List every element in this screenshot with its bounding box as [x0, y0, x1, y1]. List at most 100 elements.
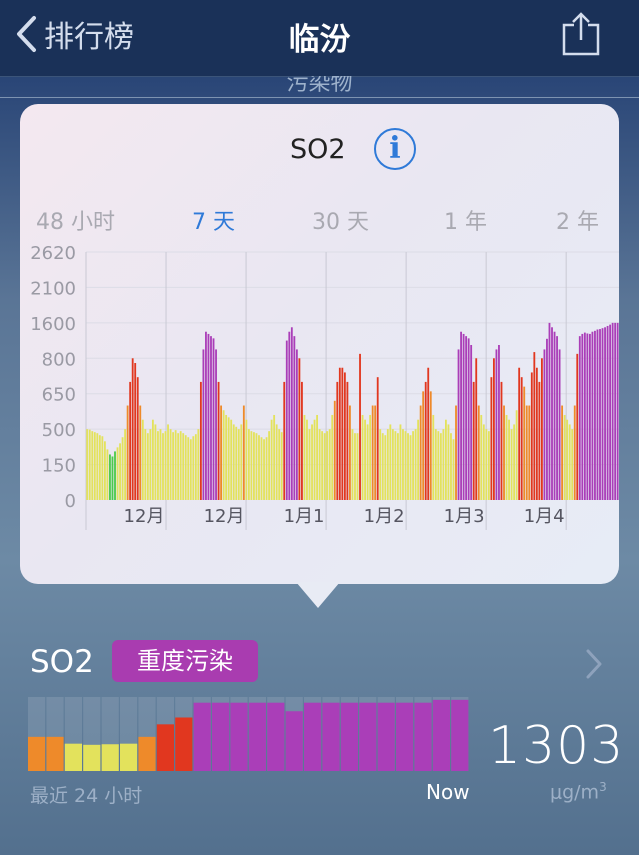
chart-bar	[487, 431, 490, 500]
chart-bar	[159, 429, 162, 500]
chart-bar	[558, 349, 561, 500]
chart-bar	[141, 419, 144, 500]
hourly-bar	[230, 702, 248, 771]
chart-bar	[520, 377, 523, 500]
chart-bar	[379, 429, 382, 500]
chart-bar	[407, 433, 409, 500]
chart-bar	[169, 429, 172, 500]
chart-bar	[351, 429, 354, 500]
chart-bar	[255, 433, 258, 500]
chart-bar	[606, 325, 609, 500]
y-tick-label: 0	[65, 491, 76, 512]
chart-bar	[460, 331, 462, 500]
chart-bar	[341, 367, 344, 500]
chart-bar	[424, 381, 427, 500]
hourly-bar	[340, 702, 358, 771]
share-icon[interactable]	[560, 10, 602, 58]
chart-bar	[189, 439, 192, 500]
chart-bar	[134, 363, 137, 500]
chart-bar	[293, 336, 296, 500]
chart-bar	[240, 424, 243, 500]
x-tick-label: 1月3	[444, 506, 485, 527]
chart-bar	[273, 414, 276, 500]
range-tab-48h[interactable]: 48 小时	[36, 204, 115, 236]
x-tick-label: 1月4	[524, 506, 565, 527]
unit-label: μg/m3	[550, 780, 607, 803]
chart-bar	[303, 414, 306, 500]
pollutants-heading: 污染物	[286, 76, 353, 96]
chart-bar	[354, 433, 356, 500]
chart-bar	[445, 419, 447, 500]
chart-bar	[525, 405, 528, 500]
recent-24h-label: 最近 24 小时	[30, 785, 143, 807]
chart-bar	[467, 338, 470, 500]
y-tick-label: 1600	[30, 314, 76, 335]
chart-bar	[384, 435, 387, 500]
chart-bar	[126, 405, 129, 500]
chevron-right-icon[interactable]	[584, 648, 604, 680]
x-tick-label: 12月	[204, 506, 245, 527]
so2-chart: 0 150 500 650 800 1600 2100 2620 12月 12月 1月1 1月2 1月3…	[30, 244, 619, 530]
chart-bar	[599, 329, 601, 500]
chart-bar	[513, 424, 516, 500]
chart-bar	[106, 449, 109, 500]
chart-bar	[288, 331, 291, 500]
chart-bar	[551, 327, 553, 500]
chart-bar	[270, 419, 273, 500]
chart-bar	[402, 429, 404, 500]
chart-bar	[111, 456, 114, 500]
chart-bar	[583, 332, 586, 500]
chart-bar	[187, 437, 190, 500]
chart-bar	[338, 367, 341, 500]
chart-bar	[391, 429, 394, 500]
range-tab-1y[interactable]: 1 年	[444, 204, 487, 236]
range-tab-30d[interactable]: 30 天	[312, 204, 369, 236]
chart-bar	[480, 414, 483, 500]
divider	[0, 97, 639, 98]
chart-bar	[222, 410, 225, 500]
chart-bar	[611, 322, 614, 500]
chart-bar	[184, 435, 187, 500]
chart-bar	[98, 435, 101, 500]
chart-bar	[412, 431, 414, 500]
chart-bar	[475, 358, 478, 500]
chart-bar	[103, 441, 106, 500]
chart-bar	[177, 433, 180, 500]
chart-bar	[199, 381, 202, 500]
range-tab-7d[interactable]: 7 天	[192, 204, 235, 236]
chart-bar	[167, 424, 169, 500]
range-tab-2y[interactable]: 2 年	[556, 204, 599, 236]
chart-bar	[409, 435, 412, 500]
chart-bar	[490, 377, 493, 500]
chart-bar	[326, 431, 329, 500]
chart-bar	[174, 430, 177, 500]
chart-bar	[452, 439, 455, 500]
chart-bar	[576, 353, 579, 500]
chart-bar	[376, 377, 379, 500]
chart-bar	[561, 405, 564, 500]
chart-bar	[505, 414, 508, 500]
chart-bar	[389, 424, 392, 500]
hourly-bar	[175, 717, 193, 771]
chart-bar	[242, 405, 245, 500]
chart-bar	[232, 424, 235, 500]
hourly-bar	[414, 702, 432, 771]
chart-bar	[594, 330, 596, 500]
chart-bar	[154, 424, 157, 500]
y-tick-label: 500	[42, 420, 76, 441]
chart-bar	[121, 437, 124, 500]
chart-bar	[586, 333, 589, 500]
info-icon[interactable]: i	[374, 128, 416, 170]
chart-bar	[318, 429, 321, 500]
chart-bar	[429, 391, 432, 500]
hourly-bar	[46, 736, 64, 771]
chart-bar	[278, 429, 281, 500]
hourly-bar	[138, 736, 156, 771]
chart-bar	[237, 429, 240, 500]
chart-bar	[149, 429, 152, 500]
chart-bar	[93, 432, 96, 500]
chart-bar	[356, 433, 359, 500]
chart-bar	[457, 349, 460, 500]
chart-bar	[614, 322, 617, 500]
chart-bar	[298, 358, 301, 500]
